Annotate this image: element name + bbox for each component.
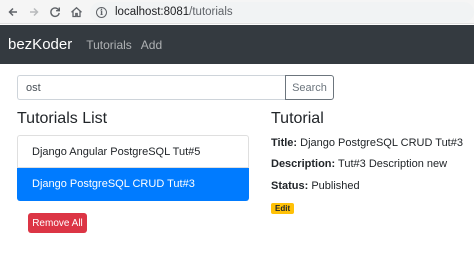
title-label: Title:: [271, 137, 298, 149]
reload-icon[interactable]: [46, 3, 64, 21]
list-item[interactable]: Django Angular PostgreSQL Tut#5: [17, 135, 249, 168]
address-bar[interactable]: i localhost:8081/tutorials: [90, 2, 474, 22]
detail-status-row: Status: Published: [271, 180, 360, 192]
edit-badge-link[interactable]: Edit: [271, 203, 295, 214]
status-value: Published: [311, 180, 360, 192]
nav-link-add[interactable]: Add: [141, 38, 162, 52]
url-path: /tutorials: [189, 6, 233, 18]
url-host: localhost:8081: [115, 6, 190, 18]
browser-toolbar: i localhost:8081/tutorials: [0, 0, 474, 24]
search-button[interactable]: Search: [285, 75, 334, 100]
tutorials-list: Django Angular PostgreSQL Tut#5 Django P…: [17, 135, 249, 201]
description-label: Description:: [271, 158, 336, 170]
detail-title-row: Title: Django PostgreSQL CRUD Tut#3: [271, 137, 463, 149]
status-label: Status:: [271, 180, 309, 192]
description-value: Tut#3 Description new: [338, 158, 448, 170]
brand-logo[interactable]: bezKoder: [8, 36, 72, 53]
arrow-right-icon[interactable]: [25, 3, 43, 21]
url-text: localhost:8081/tutorials: [115, 6, 233, 18]
title-value: Django PostgreSQL CRUD Tut#3: [300, 137, 463, 149]
arrow-left-icon[interactable]: [4, 3, 22, 21]
search-input[interactable]: [17, 75, 285, 100]
list-item-active[interactable]: Django PostgreSQL CRUD Tut#3: [17, 168, 249, 201]
info-icon[interactable]: i: [96, 6, 107, 18]
nav-link-tutorials[interactable]: Tutorials: [86, 38, 132, 52]
tutorial-detail-heading: Tutorial: [271, 110, 324, 127]
app-navbar: bezKoder Tutorials Add: [0, 25, 474, 64]
home-icon[interactable]: [67, 3, 85, 21]
detail-description-row: Description: Tut#3 Description new: [271, 158, 447, 170]
tutorials-list-heading: Tutorials List: [17, 110, 108, 127]
remove-all-button[interactable]: Remove All: [28, 213, 87, 233]
